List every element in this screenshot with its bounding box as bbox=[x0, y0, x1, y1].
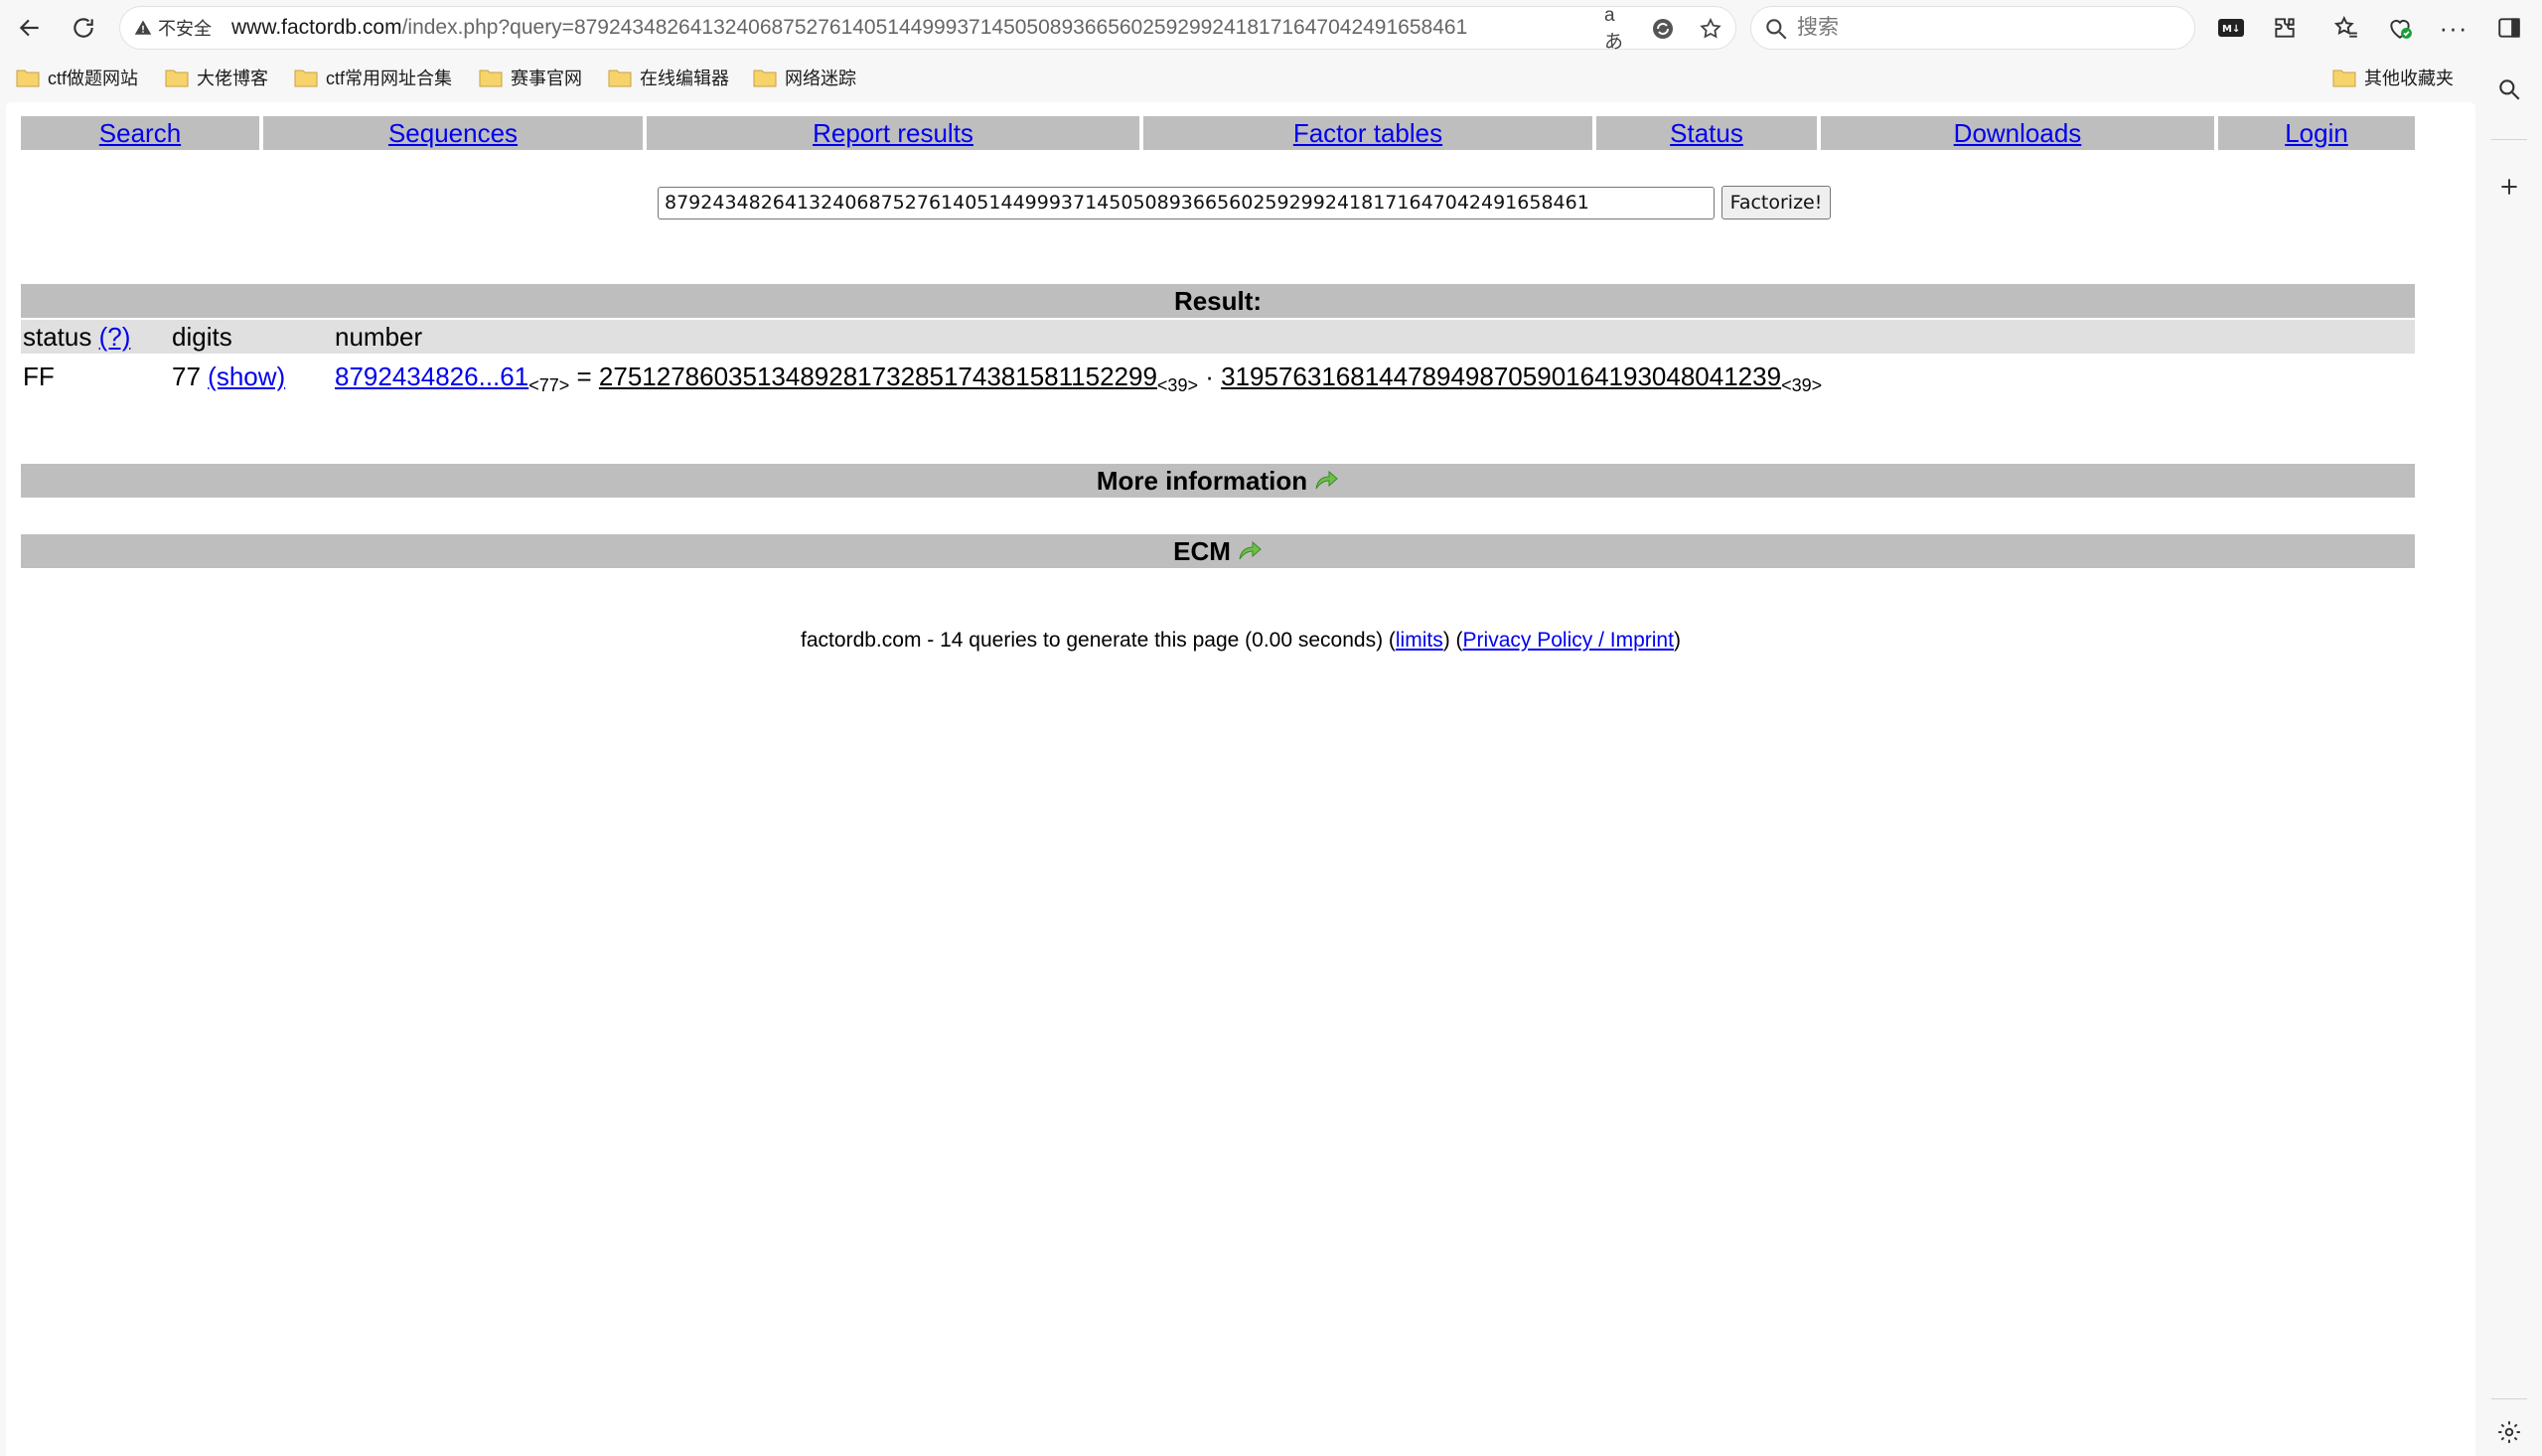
sidebar-settings-gear-icon[interactable] bbox=[2493, 1416, 2525, 1448]
query-input[interactable]: 8792434826413240687527614051449993714505… bbox=[658, 187, 1715, 219]
privacy-policy-link[interactable]: Privacy Policy / Imprint bbox=[1463, 629, 1674, 652]
result-digits-cell: 77 (show) bbox=[172, 357, 285, 396]
folder-icon bbox=[479, 70, 503, 87]
back-arrow-icon bbox=[19, 19, 39, 37]
refresh-translate-icon[interactable] bbox=[1650, 16, 1676, 42]
extensions-icon[interactable] bbox=[2267, 10, 2303, 46]
back-button[interactable] bbox=[10, 8, 50, 48]
footer-text: factordb.com - 14 queries to generate th… bbox=[801, 629, 1396, 652]
folder-icon bbox=[16, 70, 40, 87]
factordb-nav: Search Sequences Report results Factor t… bbox=[21, 116, 2415, 150]
other-bookmarks-folder[interactable]: 其他收藏夹 bbox=[2332, 64, 2454, 91]
insecure-label: 不安全 bbox=[158, 19, 212, 39]
more-menu-icon[interactable]: ··· bbox=[2436, 10, 2471, 46]
expand-arrow-icon bbox=[1315, 470, 1338, 490]
equals-sign: = bbox=[576, 362, 592, 391]
nav-link-login[interactable]: Login bbox=[2285, 118, 2348, 149]
nav-status: Status bbox=[1596, 116, 1817, 150]
factor-2-digit-count: <39> bbox=[1781, 375, 1823, 395]
bookmark-folder[interactable]: 大佬博客 bbox=[165, 64, 268, 91]
warning-icon bbox=[134, 20, 152, 35]
sidebar-toggle-icon[interactable] bbox=[2493, 12, 2525, 44]
browser-side-panel bbox=[2477, 0, 2542, 1456]
nav-sequences: Sequences bbox=[263, 116, 643, 150]
page-footer: factordb.com - 14 queries to generate th… bbox=[801, 629, 1681, 652]
address-bar[interactable]: 不安全 www.factordb.com/index.php?query=879… bbox=[119, 5, 1736, 53]
factor-2-link[interactable]: 319576316814478949870590164193048041239 bbox=[1221, 362, 1781, 391]
result-title: Result: bbox=[1173, 285, 1263, 316]
number-link[interactable]: 8792434826...61 bbox=[335, 362, 528, 391]
folder-icon bbox=[294, 70, 318, 87]
nav-search: Search bbox=[21, 116, 259, 150]
search-placeholder: 搜索 bbox=[1797, 16, 1839, 39]
markdown-extension-icon[interactable]: M↓ bbox=[2213, 10, 2249, 46]
nav-report-results: Report results bbox=[647, 116, 1139, 150]
search-icon bbox=[1766, 19, 1787, 40]
browser-essentials-icon[interactable] bbox=[2382, 10, 2418, 46]
factorize-button[interactable]: Factorize! bbox=[1721, 186, 1831, 219]
factor-1-digit-count: <39> bbox=[1156, 375, 1198, 395]
nav-downloads: Downloads bbox=[1821, 116, 2214, 150]
read-aloud-icon[interactable]: aあ bbox=[1604, 5, 1630, 53]
folder-icon bbox=[2332, 70, 2356, 87]
status-help-link[interactable]: (?) bbox=[99, 322, 131, 352]
sidebar-search-icon[interactable] bbox=[2493, 73, 2525, 105]
bookmark-folder[interactable]: 赛事官网 bbox=[479, 64, 582, 91]
result-number-cell: 8792434826...61<77> = 275127860351348928… bbox=[335, 357, 1822, 396]
url-host: www.factordb.com bbox=[231, 16, 402, 39]
folder-icon bbox=[753, 70, 777, 87]
bookmark-folder[interactable]: 网络迷踪 bbox=[753, 64, 856, 91]
number-digit-count: <77> bbox=[528, 375, 570, 395]
site-security-indicator[interactable]: 不安全 bbox=[134, 7, 212, 49]
sidebar-divider bbox=[2491, 139, 2527, 140]
web-page: Search Sequences Report results Factor t… bbox=[6, 102, 2475, 1456]
favorites-icon[interactable] bbox=[2328, 10, 2364, 46]
url-text[interactable]: www.factordb.com/index.php?query=8792434… bbox=[231, 7, 1467, 49]
url-path: /index.php?query=87924348264132406875276… bbox=[401, 16, 1468, 39]
show-digits-link[interactable]: (show) bbox=[208, 362, 285, 391]
folder-icon bbox=[165, 70, 189, 87]
nav-link-search[interactable]: Search bbox=[99, 118, 181, 149]
nav-link-factor-tables[interactable]: Factor tables bbox=[1293, 118, 1442, 149]
status-column-header: status (?) bbox=[23, 322, 131, 352]
nav-factor-tables: Factor tables bbox=[1143, 116, 1592, 150]
result-status: FF bbox=[23, 362, 55, 391]
more-information-label: More information bbox=[1096, 465, 1308, 496]
multiply-dot: · bbox=[1205, 362, 1214, 391]
sidebar-divider bbox=[2491, 1398, 2527, 1399]
bookmark-folder[interactable]: ctf做题网站 bbox=[16, 64, 138, 91]
number-column-header: number bbox=[335, 322, 423, 352]
ecm-label: ECM bbox=[1173, 535, 1231, 566]
reload-icon bbox=[74, 18, 93, 38]
expand-arrow-icon bbox=[1239, 540, 1262, 560]
limits-link[interactable]: limits bbox=[1396, 629, 1443, 652]
svg-text:M↓: M↓ bbox=[2222, 24, 2240, 35]
bookmark-folder[interactable]: 在线编辑器 bbox=[608, 64, 729, 91]
folder-icon bbox=[608, 70, 632, 87]
bookmarks-bar: ctf做题网站 大佬博客 ctf常用网址合集 赛事官网 在线编辑器 网络迷踪 其… bbox=[0, 56, 2483, 99]
result-digits: 77 bbox=[172, 362, 201, 391]
result-header-bar: Result: bbox=[21, 284, 2415, 318]
factor-1-link[interactable]: 275127860351348928173285174381581152299 bbox=[599, 362, 1157, 391]
add-sidebar-app-icon[interactable] bbox=[2493, 171, 2525, 203]
reload-button[interactable] bbox=[64, 8, 103, 48]
ecm-bar[interactable]: ECM bbox=[21, 534, 2415, 568]
favorite-star-icon[interactable] bbox=[1698, 16, 1723, 42]
nav-login: Login bbox=[2218, 116, 2415, 150]
digits-column-header: digits bbox=[172, 322, 232, 352]
browser-toolbar: 不安全 www.factordb.com/index.php?query=879… bbox=[0, 0, 2542, 56]
nav-link-downloads[interactable]: Downloads bbox=[1954, 118, 2082, 149]
nav-link-status[interactable]: Status bbox=[1670, 118, 1743, 149]
nav-link-report-results[interactable]: Report results bbox=[813, 118, 973, 149]
browser-search-box[interactable]: 搜索 bbox=[1750, 6, 2195, 50]
nav-link-sequences[interactable]: Sequences bbox=[388, 118, 518, 149]
bookmark-folder[interactable]: ctf常用网址合集 bbox=[294, 64, 452, 91]
more-information-bar[interactable]: More information bbox=[21, 464, 2415, 498]
